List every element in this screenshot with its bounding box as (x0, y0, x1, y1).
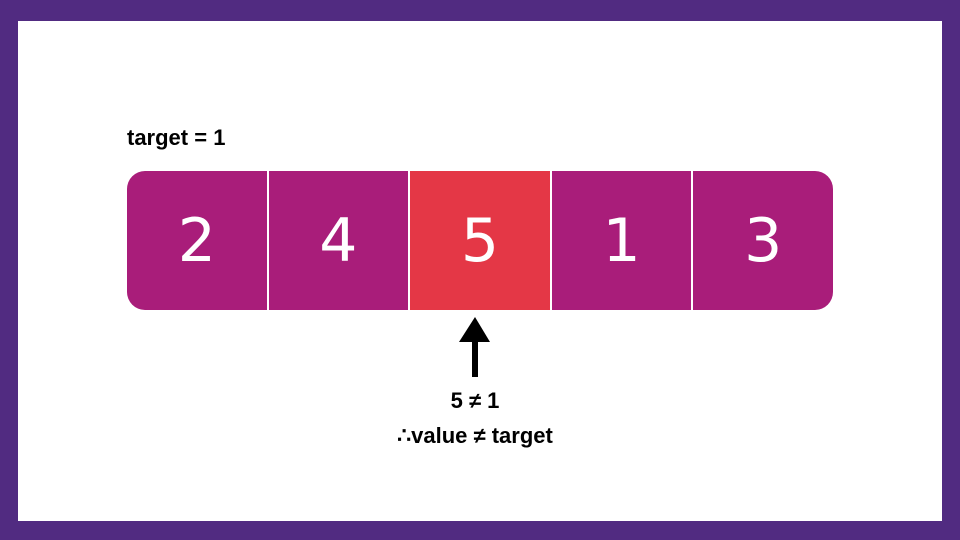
target-label: target = 1 (127, 125, 226, 150)
arrow-up-icon (459, 317, 490, 377)
array-cell: 3 (693, 171, 833, 310)
array-cell: 1 (551, 171, 692, 310)
slide-canvas: target = 1 2 4 5 1 3 5 ≠ 1 ∴value ≠ targ… (18, 21, 942, 521)
array: 2 4 5 1 3 (127, 171, 833, 310)
comparison-line-2: ∴value ≠ target (397, 423, 553, 448)
array-cell: 4 (268, 171, 409, 310)
comparison-line-1: 5 ≠ 1 (450, 388, 500, 413)
array-cell: 2 (127, 171, 267, 310)
array-cell-current: 5 (410, 171, 550, 310)
